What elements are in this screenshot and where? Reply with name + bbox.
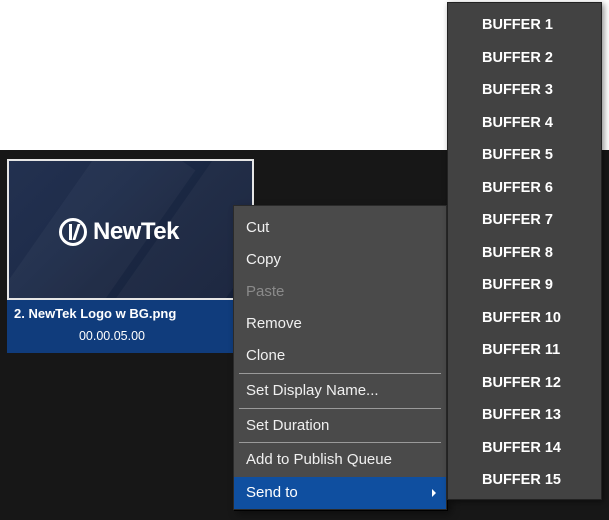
submenu-item-buffer-3[interactable]: BUFFER 3 (448, 74, 601, 106)
submenu-item-buffer-6[interactable]: BUFFER 6 (448, 172, 601, 204)
submenu-item-buffer-15[interactable]: BUFFER 15 (448, 464, 601, 496)
clip-thumbnail[interactable]: NewTek (7, 159, 254, 300)
submenu-arrow-icon (432, 489, 436, 497)
menu-item-set-display-name[interactable]: Set Display Name... (234, 375, 446, 407)
media-clip-tile[interactable]: NewTek 2. NewTek Logo w BG.png 00.00.05.… (7, 159, 254, 353)
clip-name: 2. NewTek Logo w BG.png (14, 306, 177, 321)
menu-item-paste: Paste (246, 283, 285, 300)
submenu-item-buffer-11[interactable]: BUFFER 11 (448, 334, 601, 366)
menu-item-send-to[interactable]: Send to (234, 477, 446, 509)
submenu-item-buffer-9[interactable]: BUFFER 9 (448, 269, 601, 301)
newtek-logo: NewTek (59, 215, 179, 249)
submenu-item-buffer-7[interactable]: BUFFER 7 (448, 204, 601, 236)
submenu-item-buffer-1[interactable]: BUFFER 1 (448, 9, 601, 41)
menu-separator (239, 442, 441, 443)
menu-item-clone[interactable]: Clone (234, 340, 446, 372)
menu-item-set-duration[interactable]: Set Duration (234, 410, 446, 442)
submenu-item-buffer-12[interactable]: BUFFER 12 (448, 367, 601, 399)
submenu-item-buffer-2[interactable]: BUFFER 2 (448, 42, 601, 74)
logo-text: NewTek (93, 218, 179, 245)
menu-separator (239, 373, 441, 374)
menu-item-cut[interactable]: Cut (234, 212, 446, 244)
menu-item-copy[interactable]: Copy (234, 244, 446, 276)
menu-item-remove[interactable]: Remove (234, 308, 446, 340)
clip-caption[interactable]: 2. NewTek Logo w BG.png 00.00.05.00 (7, 300, 254, 353)
newtek-logo-icon (59, 218, 87, 246)
submenu-item-buffer-10[interactable]: BUFFER 10 (448, 302, 601, 334)
submenu-item-buffer-13[interactable]: BUFFER 13 (448, 399, 601, 431)
menu-separator (239, 408, 441, 409)
menu-item-send-to-label: Send to (246, 484, 298, 501)
submenu-item-buffer-4[interactable]: BUFFER 4 (448, 107, 601, 139)
submenu-item-buffer-14[interactable]: BUFFER 14 (448, 432, 601, 464)
clip-duration: 00.00.05.00 (78, 329, 146, 343)
menu-item-add-to-publish-queue[interactable]: Add to Publish Queue (234, 444, 446, 476)
context-menu: Cut Copy Paste Remove Clone Set Display … (233, 205, 447, 510)
submenu-item-buffer-8[interactable]: BUFFER 8 (448, 237, 601, 269)
send-to-submenu: BUFFER 1 BUFFER 2 BUFFER 3 BUFFER 4 BUFF… (447, 2, 602, 500)
submenu-item-buffer-5[interactable]: BUFFER 5 (448, 139, 601, 171)
